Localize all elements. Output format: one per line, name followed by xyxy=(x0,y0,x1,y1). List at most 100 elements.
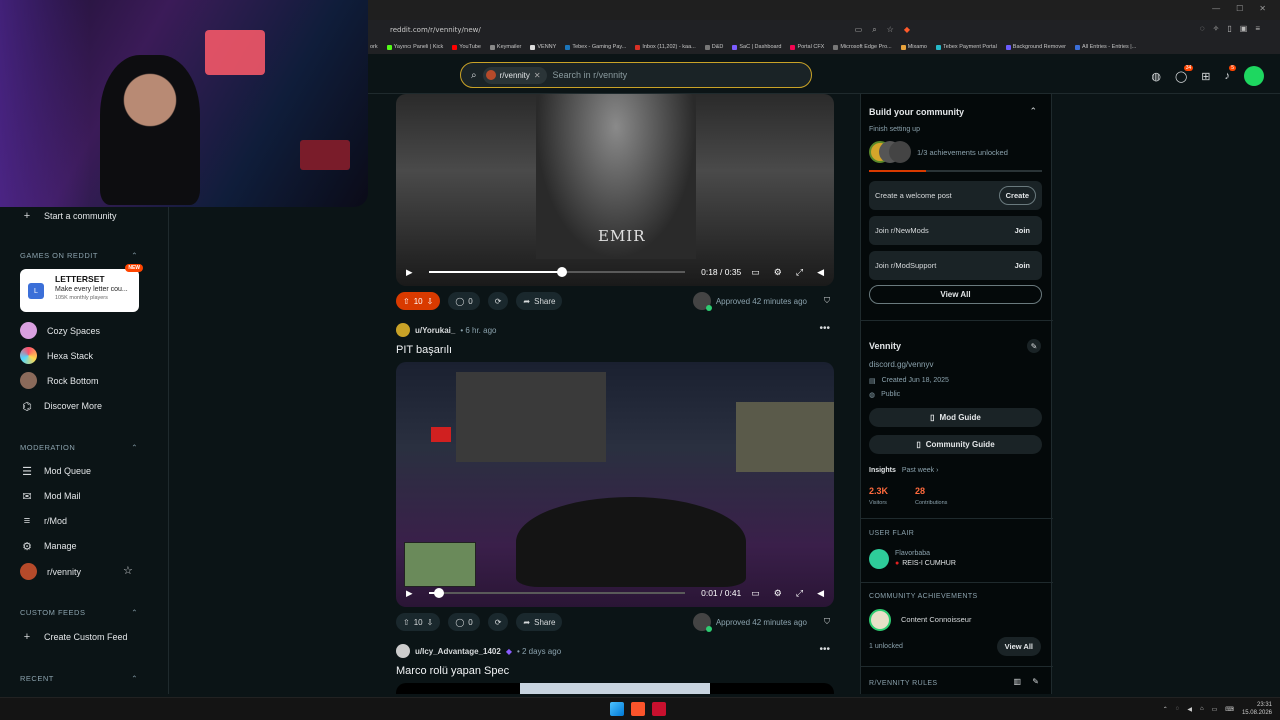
more-options-icon[interactable]: ••• xyxy=(819,644,830,655)
user-avatar[interactable] xyxy=(396,644,410,658)
join-button[interactable]: Join xyxy=(1009,222,1036,239)
post-title[interactable]: Marco rolü yapan Spec xyxy=(396,665,509,677)
downvote-icon[interactable]: ⇩ xyxy=(427,297,434,306)
trash-icon[interactable]: ▥ xyxy=(1013,677,1021,686)
bookmark[interactable]: D&D xyxy=(704,44,723,50)
upvote-icon[interactable]: ⇧ xyxy=(403,297,410,306)
menu-icon[interactable]: ≡ xyxy=(1255,24,1260,33)
recording-app-icon[interactable] xyxy=(652,702,666,716)
manage-link[interactable]: ⚙ Manage xyxy=(20,539,76,553)
edit-icon[interactable]: ✎ xyxy=(1027,339,1041,353)
post-author[interactable]: u/Icy_Advantage_1402 xyxy=(415,647,501,656)
task-welcome-post[interactable]: Create a welcome post Create xyxy=(869,181,1042,210)
star-icon[interactable]: ☆ xyxy=(123,564,133,577)
video-progress[interactable] xyxy=(428,588,686,598)
chevron-up-icon[interactable]: ⌃ xyxy=(1163,706,1168,713)
flair-row[interactable]: ● REIS-I CUMHUR xyxy=(895,560,956,567)
bookmark[interactable]: YouTube xyxy=(452,44,481,50)
captions-icon[interactable]: ▭ xyxy=(751,267,760,278)
mod-mail-link[interactable]: ✉ Mod Mail xyxy=(20,489,80,503)
bookmark[interactable]: Tebex Payment Portal xyxy=(935,44,997,50)
bookmark[interactable]: Mixamo xyxy=(900,44,927,50)
captions-icon[interactable]: ▭ xyxy=(751,588,760,599)
progress-knob[interactable] xyxy=(433,588,444,598)
close-icon[interactable]: ✕ xyxy=(1259,4,1266,13)
fullscreen-icon[interactable]: ⤢ xyxy=(796,267,803,278)
shield-icon[interactable]: ⛉ xyxy=(824,617,830,627)
vote-control[interactable]: ⇧ 10 ⇩ xyxy=(396,292,441,310)
mic-icon[interactable]: ⌂ xyxy=(1200,706,1204,712)
advertise-icon[interactable]: ◍ xyxy=(1151,70,1161,83)
brave-browser-icon[interactable] xyxy=(631,702,645,716)
chevron-up-icon[interactable]: ⌃ xyxy=(131,608,138,617)
share-button[interactable]: ➦ Share xyxy=(516,292,563,310)
network-icon[interactable]: ◌ xyxy=(1176,706,1180,712)
task-join-newmods[interactable]: Join r/NewMods Join xyxy=(869,216,1042,245)
comments-button[interactable]: ◯ 0 xyxy=(448,613,480,631)
game-cozy-spaces[interactable]: Cozy Spaces xyxy=(20,322,100,339)
video-progress[interactable] xyxy=(428,267,686,277)
settings-icon[interactable]: ⚙ xyxy=(774,267,782,278)
games-section-header[interactable]: GAMES ON REDDIT ⌃ xyxy=(20,251,138,260)
more-options-icon[interactable]: ••• xyxy=(819,323,830,334)
vote-control[interactable]: ⇧ 10 ⇩ xyxy=(396,613,441,631)
task-join-modsupport[interactable]: Join r/ModSupport Join xyxy=(869,251,1042,280)
share-button[interactable]: ➦ Share xyxy=(516,613,563,631)
mod-queue-link[interactable]: ☰ Mod Queue xyxy=(20,464,91,478)
puzzle-icon[interactable]: ✧ xyxy=(1213,24,1220,33)
create-custom-feed-link[interactable]: + Create Custom Feed xyxy=(20,630,128,644)
play-icon[interactable]: ▶ xyxy=(406,267,413,278)
zoom-icon[interactable]: ⌕ xyxy=(872,25,876,35)
bookmark[interactable]: Portal CFX xyxy=(790,44,824,50)
upvote-icon[interactable]: ⇧ xyxy=(403,618,410,627)
chevron-up-icon[interactable]: ⌃ xyxy=(131,251,138,260)
bookmark[interactable]: All Entries - Entries |... xyxy=(1075,44,1136,50)
bookmark[interactable]: Yayıncı Paneli | Kick xyxy=(386,44,443,50)
edit-icon[interactable]: ✎ xyxy=(1032,677,1039,686)
notification-icon[interactable]: ♪ 5 xyxy=(1225,65,1236,82)
bookmark[interactable]: VENNY xyxy=(530,44,556,50)
post-author[interactable]: u/Yorukai_ xyxy=(415,326,455,335)
r-mod-link[interactable]: ≡ r/Mod xyxy=(20,514,67,528)
bookmark[interactable]: SaC | Dashboard xyxy=(732,44,781,50)
tab-icon[interactable]: ▭ xyxy=(855,25,863,35)
user-avatar[interactable] xyxy=(1244,66,1264,86)
mod-guide-button[interactable]: ▯ Mod Guide xyxy=(869,408,1042,427)
chevron-up-icon[interactable]: ⌃ xyxy=(131,674,138,683)
chevron-up-icon[interactable]: ⌃ xyxy=(1029,106,1037,117)
star-icon[interactable]: ☆ xyxy=(887,25,894,35)
clock[interactable]: 23:31 15.08.2026 xyxy=(1242,701,1272,717)
chip-close-icon[interactable]: ✕ xyxy=(534,71,541,80)
settings-icon[interactable]: ⚙ xyxy=(774,588,782,599)
chat-icon[interactable]: ◯ 34 xyxy=(1175,64,1194,83)
chevron-up-icon[interactable]: ⌃ xyxy=(131,443,138,452)
extension-icon[interactable]: ◌ xyxy=(1200,24,1205,33)
create-button[interactable]: Create xyxy=(998,186,1036,205)
maximize-icon[interactable]: ☐ xyxy=(1236,4,1243,13)
view-all-button[interactable]: View All xyxy=(869,285,1042,304)
video-player[interactable]: ▶ 0:01 / 0:41 ▭ ⚙ ⤢ ◀ xyxy=(396,362,834,607)
progress-knob[interactable] xyxy=(556,267,567,277)
fullscreen-icon[interactable]: ⤢ xyxy=(796,588,803,599)
bookmark[interactable]: Tebex - Gaming Pay... xyxy=(565,44,626,50)
letterset-card[interactable]: L NEW LETTERSET Make every letter cou...… xyxy=(20,264,143,312)
volume-icon[interactable]: ◀ xyxy=(817,267,824,278)
comments-button[interactable]: ◯ 0 xyxy=(448,292,480,310)
subreddit-search-chip[interactable]: r/vennity ✕ xyxy=(482,66,547,84)
game-hexa-stack[interactable]: Hexa Stack xyxy=(20,347,93,364)
post-media-preview[interactable] xyxy=(396,683,834,694)
community-guide-button[interactable]: ▯ Community Guide xyxy=(869,435,1042,454)
sidebar-icon[interactable]: ▯ xyxy=(1227,24,1231,33)
crosspost-button[interactable]: ⟳ xyxy=(487,292,509,310)
bookmark[interactable]: ork xyxy=(370,44,378,50)
bookmark[interactable]: Inbox (11,202) - kaa... xyxy=(635,44,696,50)
bookmark[interactable]: Background Remover xyxy=(1005,44,1066,50)
shield-icon[interactable]: ⛉ xyxy=(824,296,830,306)
join-button[interactable]: Join xyxy=(1009,257,1036,274)
crosspost-button[interactable]: ⟳ xyxy=(487,613,509,631)
language-icon[interactable]: ⌨ xyxy=(1225,706,1234,713)
post-title[interactable]: PIT başarılı xyxy=(396,344,452,356)
windows-start-icon[interactable] xyxy=(610,702,624,716)
downvote-icon[interactable]: ⇩ xyxy=(427,618,434,627)
user-avatar[interactable] xyxy=(396,323,410,337)
